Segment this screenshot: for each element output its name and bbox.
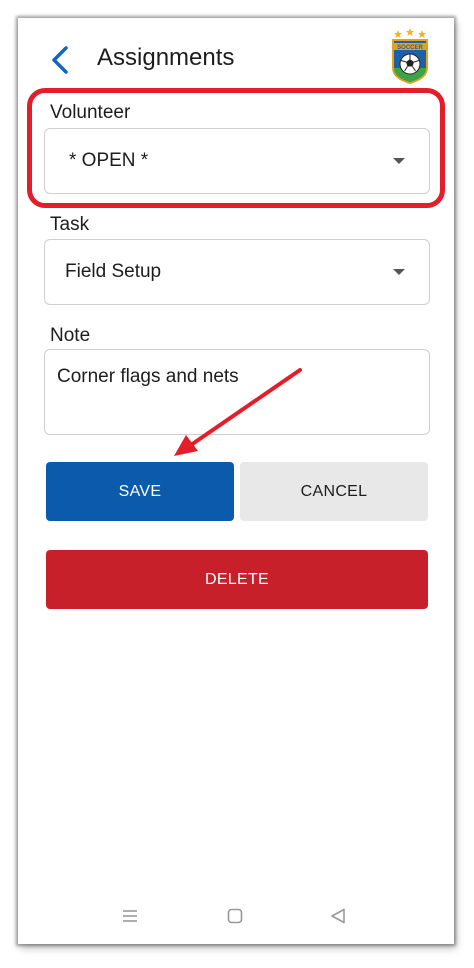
page-title: Assignments bbox=[97, 44, 235, 71]
svg-text:SOCCER: SOCCER bbox=[397, 45, 423, 51]
app-screen: Assignments SOCCER Volunteer * OPEN * Ta… bbox=[18, 18, 454, 944]
note-label: Note bbox=[50, 325, 91, 346]
task-select[interactable]: Field Setup bbox=[44, 239, 430, 305]
cancel-button[interactable]: CANCEL bbox=[240, 462, 428, 521]
note-value: Corner flags and nets bbox=[57, 366, 239, 387]
volunteer-select[interactable]: * OPEN * bbox=[44, 128, 430, 194]
home-icon bbox=[227, 908, 243, 924]
save-button[interactable]: SAVE bbox=[46, 462, 234, 521]
phone-frame: Assignments SOCCER Volunteer * OPEN * Ta… bbox=[18, 18, 454, 944]
note-textarea[interactable]: Corner flags and nets bbox=[44, 349, 430, 435]
task-label: Task bbox=[50, 214, 90, 235]
system-nav-bar bbox=[18, 888, 454, 944]
volunteer-value: * OPEN * bbox=[69, 150, 149, 171]
dropdown-arrow-icon bbox=[393, 269, 405, 275]
dropdown-arrow-icon bbox=[393, 158, 405, 164]
triangle-back-icon bbox=[331, 908, 345, 924]
recent-apps-button[interactable] bbox=[116, 902, 144, 930]
delete-button[interactable]: DELETE bbox=[46, 550, 428, 609]
soccer-logo: SOCCER bbox=[392, 28, 428, 84]
app-header: Assignments SOCCER bbox=[18, 18, 454, 98]
system-back-button[interactable] bbox=[324, 902, 352, 930]
task-value: Field Setup bbox=[65, 261, 162, 282]
chevron-left-icon bbox=[52, 46, 68, 74]
home-button[interactable] bbox=[221, 902, 249, 930]
back-button[interactable] bbox=[44, 40, 76, 80]
menu-icon bbox=[123, 910, 137, 922]
volunteer-label: Volunteer bbox=[50, 102, 131, 123]
